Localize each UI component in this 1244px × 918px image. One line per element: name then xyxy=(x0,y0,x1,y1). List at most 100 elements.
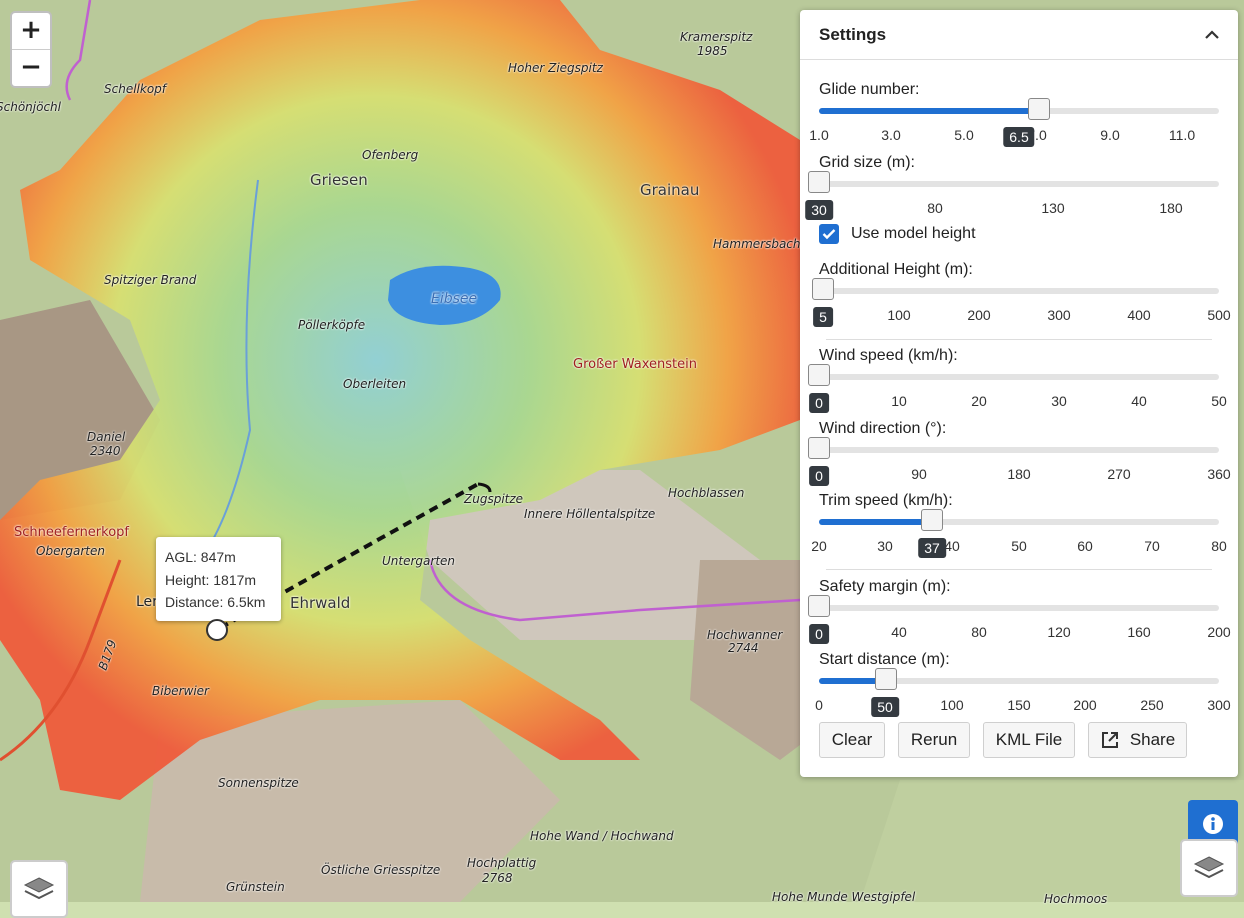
map-label-biberwier: Biberwier xyxy=(152,684,209,698)
tooltip-distance: Distance: 6.5km xyxy=(165,594,266,610)
tick-label: 270 xyxy=(1107,466,1131,482)
slider-thumb[interactable] xyxy=(808,437,830,459)
tick-label: 90 xyxy=(911,466,927,482)
map-label-elevation: 1985 xyxy=(697,44,728,58)
tick-label: 11.0 xyxy=(1168,127,1196,143)
slider-thumb[interactable] xyxy=(874,668,897,690)
tick-label: 200 xyxy=(1073,697,1097,713)
map-label-schoenjoechl: Schönjöchl xyxy=(0,100,61,114)
map-label-hochplattig: Hochplattig xyxy=(467,856,537,870)
layers-button-right[interactable] xyxy=(1180,839,1238,897)
map-label-daniel-elevation: 2340 xyxy=(90,444,121,458)
tick-label: 20 xyxy=(811,538,827,554)
clear-button[interactable]: Clear xyxy=(819,722,885,758)
map-label-kramerspitz: Kramerspitz xyxy=(680,30,753,44)
trim-speed-slider[interactable] xyxy=(819,509,1219,531)
tick-label: 360 xyxy=(1207,466,1231,482)
tick-label: 80 xyxy=(927,200,943,216)
tick-label: 100 xyxy=(940,697,964,713)
map-label-obergarten: Schneefernerkopf xyxy=(14,525,129,540)
tick-label: 200 xyxy=(967,307,991,323)
wind-direction-ticks: 0 90 180 270 360 xyxy=(800,466,1238,486)
tick-label: 200 xyxy=(1207,624,1231,640)
layers-icon xyxy=(23,877,55,900)
wind-direction-slider[interactable] xyxy=(808,437,1219,459)
wind-speed-value: 0 xyxy=(809,393,829,413)
slider-thumb[interactable] xyxy=(808,595,830,617)
kml-file-button[interactable]: KML File xyxy=(983,722,1075,758)
settings-header[interactable]: Settings xyxy=(800,10,1238,60)
tick-label: 80 xyxy=(971,624,987,640)
grid-size-ticks: 30 80 130 180 xyxy=(800,200,1238,220)
wind-speed-label: Wind speed (km/h): xyxy=(819,347,958,364)
zoom-in-button[interactable]: + xyxy=(12,13,50,49)
layers-button-left[interactable] xyxy=(10,860,68,918)
tick-label: 80 xyxy=(1211,538,1227,554)
flight-info-tooltip: AGL: 847m Height: 1817m Distance: 6.5km xyxy=(156,537,281,621)
tick-label: 150 xyxy=(1007,697,1031,713)
settings-title: Settings xyxy=(819,24,887,44)
map-label-zugspitze: Zugspitze xyxy=(464,492,524,506)
map-label-hochmoos: Hochmoos xyxy=(1044,892,1108,906)
safety-margin-label: Safety margin (m): xyxy=(819,578,951,595)
map-label-hoher-ziegspitz: Hoher Ziegspitz xyxy=(508,61,603,75)
slider-thumb[interactable] xyxy=(808,171,830,193)
tick-label: 160 xyxy=(1127,624,1151,640)
wind-speed-ticks: 0 10 20 30 40 50 xyxy=(800,393,1238,413)
slider-thumb[interactable] xyxy=(808,364,830,386)
zoom-out-button[interactable]: − xyxy=(12,49,50,86)
start-distance-label: Start distance (m): xyxy=(819,651,950,668)
safety-margin-slider[interactable] xyxy=(808,595,1219,617)
slider-fill xyxy=(819,108,1039,114)
trim-speed-ticks: 20 30 40 50 60 70 80 37 xyxy=(800,538,1238,558)
tooltip-agl: AGL: 847m xyxy=(165,549,236,565)
share-button[interactable]: Share xyxy=(1088,722,1187,758)
map-label-spitziger-brand: Spitziger Brand xyxy=(104,273,197,287)
start-distance-ticks: 0 50 100 150 200 250 300 xyxy=(800,697,1238,717)
map-label-sonnenspitze: Sonnenspitze xyxy=(218,776,299,790)
tick-label: 10 xyxy=(891,393,907,409)
tick-label: 1.0 xyxy=(809,127,829,143)
map-label-oberleiten: Oberleiten xyxy=(343,377,407,391)
layers-icon xyxy=(1193,856,1225,879)
map-label-griesen: Griesen xyxy=(310,171,368,189)
map-label-hochblassen: Hochblassen xyxy=(668,486,745,500)
tick-label: 300 xyxy=(1047,307,1071,323)
chevron-up-icon[interactable] xyxy=(1204,29,1220,41)
slider-thumb[interactable] xyxy=(1028,98,1050,120)
wind-speed-slider[interactable] xyxy=(808,364,1219,386)
map-label-hochwanner: Hochwanner xyxy=(707,628,783,642)
tick-label: 400 xyxy=(1127,307,1151,323)
rerun-button[interactable]: Rerun xyxy=(898,722,970,758)
safety-margin-value: 0 xyxy=(809,624,829,644)
map-label-grosser-waxenstein: Großer Waxenstein xyxy=(573,357,697,372)
slider-thumb[interactable] xyxy=(921,509,944,531)
map-label-innere-hoellentalspitze: Innere Höllentalspitze xyxy=(524,507,656,521)
slider-thumb[interactable] xyxy=(812,278,834,300)
tick-label: 60 xyxy=(1077,538,1093,554)
grid-size-slider[interactable] xyxy=(808,171,1219,193)
map-label-poellerkoepfe: Pöllerköpfe xyxy=(298,318,366,332)
map-label-gruenstein: Grünstein xyxy=(226,880,285,894)
glide-number-label: Glide number: xyxy=(819,81,920,98)
start-point-marker[interactable] xyxy=(206,619,228,641)
trim-speed-label: Trim speed (km/h): xyxy=(819,492,953,509)
glide-number-slider[interactable] xyxy=(819,98,1219,120)
tick-label: 30 xyxy=(877,538,893,554)
slider-fill xyxy=(819,519,933,525)
additional-height-slider[interactable] xyxy=(812,278,1219,300)
map-label-schneefernerkopf: Untergarten xyxy=(382,554,456,568)
wind-direction-value: 0 xyxy=(809,466,829,486)
map-label-daniel: Daniel xyxy=(87,430,126,444)
map-label-hochplattig-elevation: 2768 xyxy=(482,871,513,885)
start-distance-slider[interactable] xyxy=(819,668,1219,690)
tick-label: 70 xyxy=(1144,538,1160,554)
map-label-hohe-wand: Hohe Wand / Hochwand xyxy=(530,829,674,843)
tick-label: 5.0 xyxy=(954,127,974,143)
grid-size-value: 30 xyxy=(805,200,833,220)
wind-direction-label: Wind direction (°): xyxy=(819,420,947,437)
tick-label: 180 xyxy=(1159,200,1183,216)
divider xyxy=(826,339,1212,340)
tick-label: 500 xyxy=(1207,307,1231,323)
use-model-height-checkbox[interactable] xyxy=(819,224,839,244)
